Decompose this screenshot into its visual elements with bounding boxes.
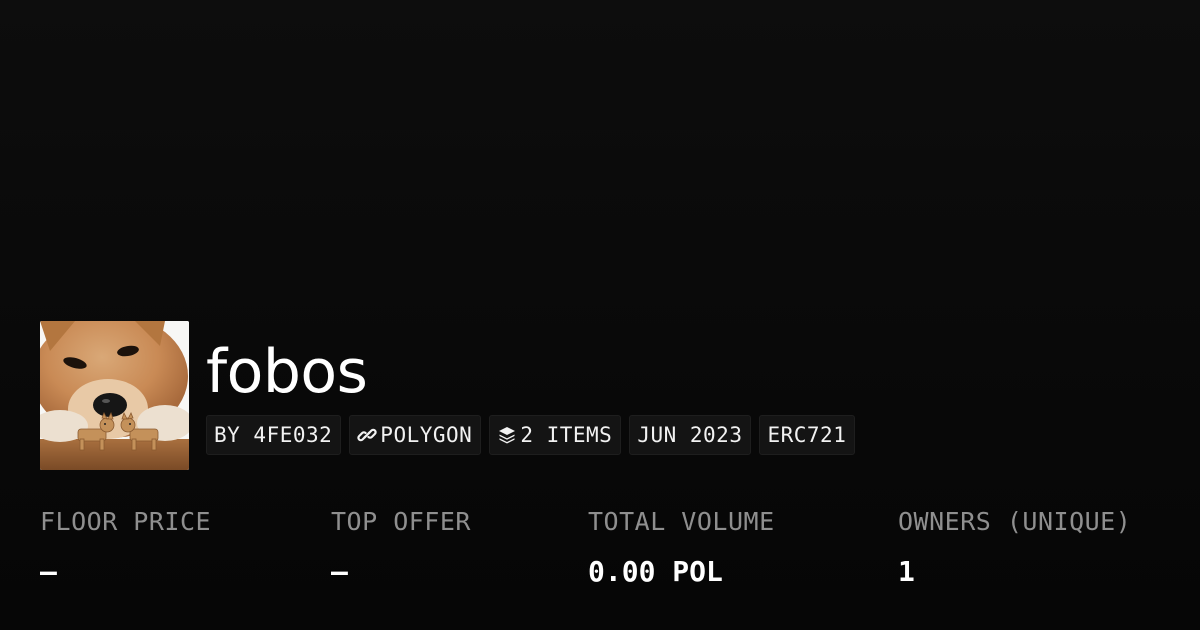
items-count-label: 2 ITEMS (520, 423, 613, 447)
chain-chip[interactable]: POLYGON (349, 415, 482, 455)
floor-price-value: — (40, 555, 57, 588)
creator-chip[interactable]: BY 4FE032 (206, 415, 342, 455)
token-standard-chip: ERC721 (759, 415, 856, 455)
stat-top-offer: TOP OFFER — (331, 502, 471, 592)
collection-meta-chips: BY 4FE032 POLYGON 2 ITEMS JUN 2023 ERC72… (206, 415, 856, 455)
stat-total-volume: TOTAL VOLUME 0.00 POL (588, 502, 775, 592)
items-chip[interactable]: 2 ITEMS (489, 415, 622, 455)
token-standard-label: ERC721 (767, 423, 847, 447)
chain-link-icon (357, 425, 377, 445)
layers-icon (497, 425, 517, 445)
top-offer-value: — (331, 555, 348, 588)
creator-label: BY 4FE032 (214, 423, 333, 447)
created-date-label: JUN 2023 (637, 423, 743, 447)
top-offer-label: TOP OFFER (331, 507, 471, 536)
stat-owners: OWNERS (UNIQUE) 1 (898, 502, 1131, 592)
total-volume-value: 0.00 POL (588, 555, 723, 588)
owners-label: OWNERS (UNIQUE) (898, 507, 1132, 536)
created-date-chip: JUN 2023 (629, 415, 752, 455)
collection-avatar (40, 321, 189, 470)
owners-value: 1 (898, 555, 915, 588)
floor-price-label: FLOOR PRICE (40, 507, 212, 536)
chain-label: POLYGON (380, 423, 473, 447)
total-volume-label: TOTAL VOLUME (588, 507, 775, 536)
collection-title: fobos (206, 337, 368, 407)
stat-floor-price: FLOOR PRICE — (40, 502, 211, 592)
